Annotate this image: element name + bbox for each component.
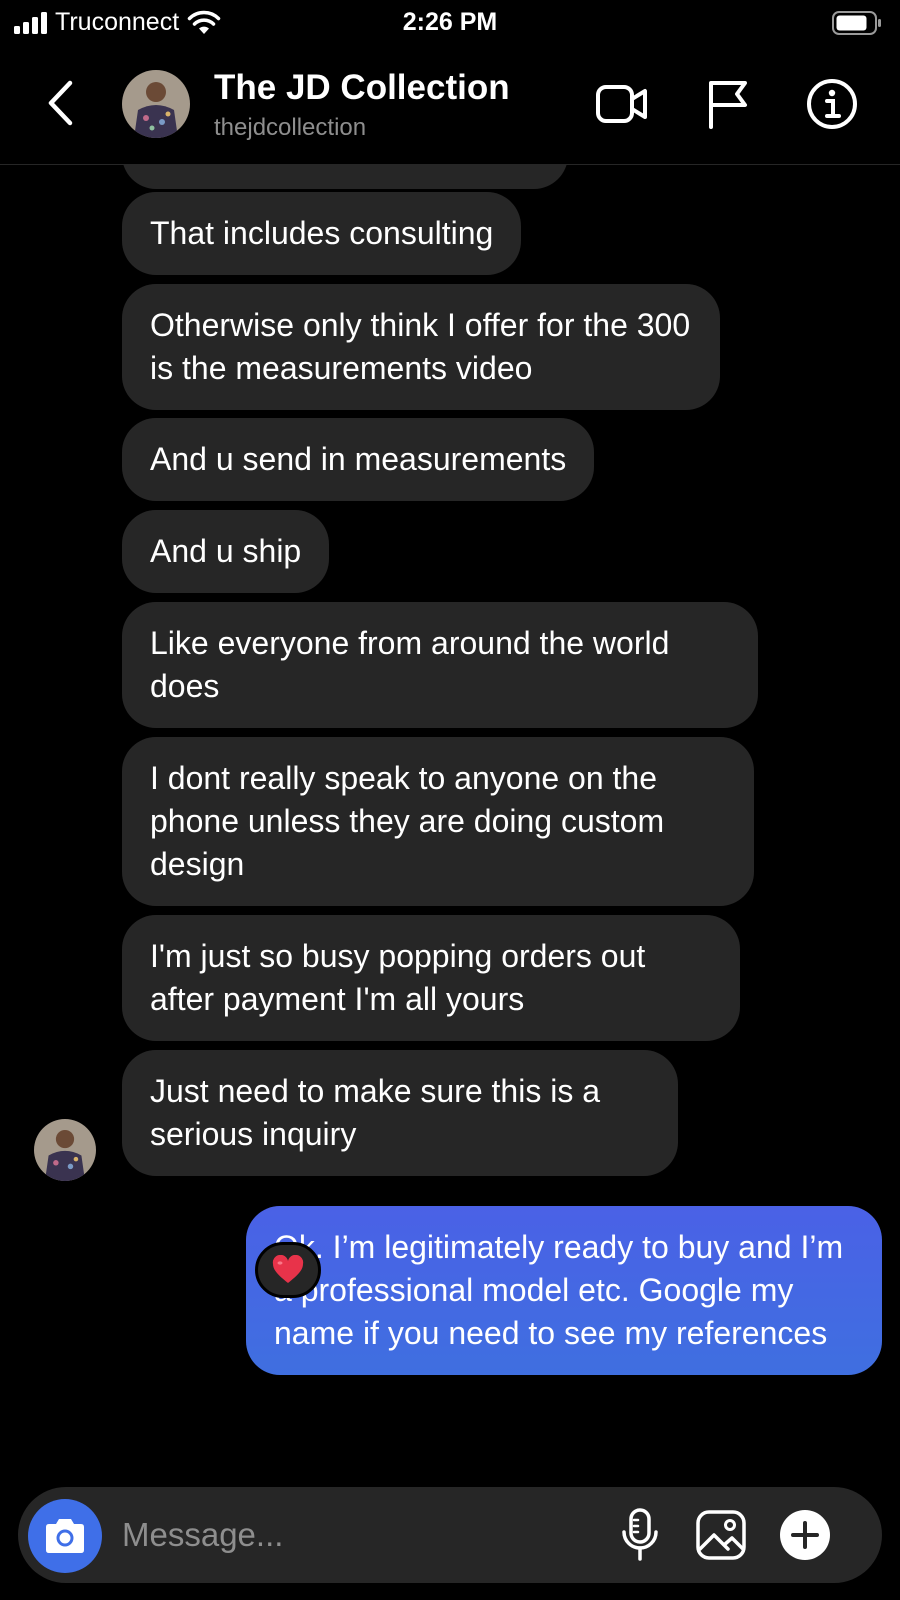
message-composer [18, 1487, 882, 1583]
camera-icon [46, 1519, 84, 1553]
avatar-image [34, 1119, 96, 1181]
sender-avatar[interactable] [34, 1119, 96, 1181]
flag-icon [709, 81, 747, 129]
gallery-icon [696, 1510, 746, 1560]
status-bar: Truconnect 2:26 PM [0, 0, 900, 46]
message-bubble[interactable]: Like everyone from around the world does [122, 602, 758, 728]
message-thread[interactable]: That includes consulting Otherwise only … [0, 165, 900, 1485]
camera-button[interactable] [28, 1499, 102, 1573]
outgoing-message-bubble[interactable]: Ok. I’m legitimately ready to buy and I’… [246, 1206, 882, 1375]
message-bubble[interactable]: Just need to make sure this is a serious… [122, 1050, 678, 1176]
info-button[interactable] [802, 74, 862, 134]
contact-username[interactable]: thejdcollection [214, 114, 366, 142]
contact-name[interactable]: The JD Collection [214, 68, 510, 108]
message-bubble[interactable]: I dont really speak to anyone on the pho… [122, 737, 754, 906]
info-icon [807, 79, 857, 129]
status-time: 2:26 PM [402, 8, 498, 36]
voice-message-button[interactable] [610, 1505, 670, 1565]
message-input[interactable] [122, 1505, 602, 1565]
more-options-button[interactable] [775, 1505, 835, 1565]
avatar-image [122, 70, 190, 138]
gallery-button[interactable] [691, 1505, 751, 1565]
message-bubble[interactable]: And u ship [122, 510, 330, 593]
dm-screen: Truconnect 2:26 PM The JD Collection the… [0, 0, 900, 1600]
plus-icon [780, 1510, 830, 1560]
microphone-icon [622, 1508, 658, 1561]
video-call-button[interactable] [592, 74, 652, 134]
message-bubble[interactable]: That includes consulting [122, 192, 522, 275]
conversation-header: The JD Collection thejdcollection [0, 46, 900, 165]
heart-reaction[interactable] [255, 1242, 321, 1298]
message-bubble[interactable]: I'm just so busy popping orders out afte… [122, 915, 740, 1041]
back-icon [48, 80, 73, 126]
message-bubble-partial[interactable] [122, 165, 568, 189]
battery-icon [832, 11, 881, 35]
contact-avatar[interactable] [122, 70, 190, 138]
message-bubble[interactable]: Otherwise only think I offer for the 300… [122, 284, 720, 410]
message-bubble[interactable]: And u send in measurements [122, 418, 595, 501]
report-button[interactable] [698, 74, 758, 134]
back-button[interactable] [40, 78, 80, 128]
video-call-icon [596, 85, 647, 123]
heart-icon [272, 1255, 304, 1283]
